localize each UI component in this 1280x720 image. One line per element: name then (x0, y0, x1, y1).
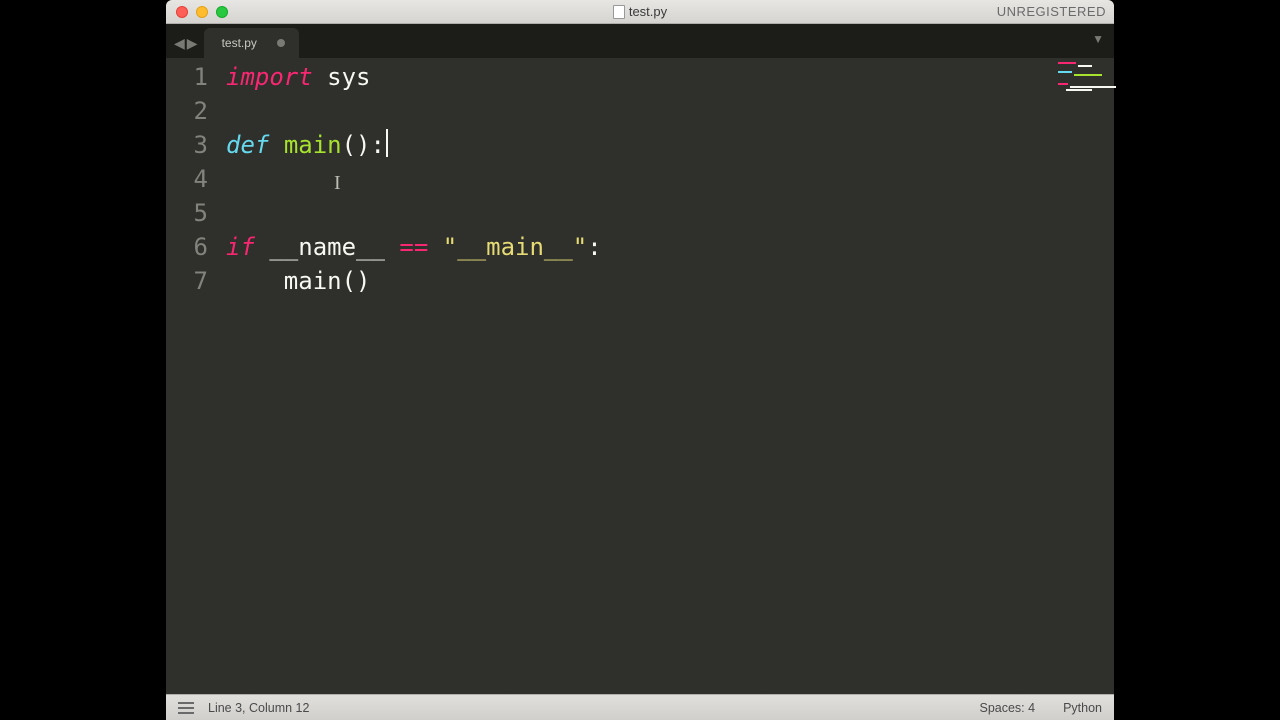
code-line[interactable]: import sys (226, 60, 1114, 94)
titlebar[interactable]: test.py UNREGISTERED (166, 0, 1114, 24)
minimap-line (1058, 83, 1068, 85)
minimap-line (1058, 62, 1076, 64)
minimap[interactable] (1054, 58, 1114, 694)
tab-file[interactable]: test.py (204, 28, 299, 58)
status-bar: Line 3, Column 12 Spaces: 4 Python (166, 694, 1114, 720)
code-line[interactable] (226, 196, 1114, 230)
line-number: 4 (166, 162, 208, 196)
registration-status: UNREGISTERED (997, 4, 1106, 19)
line-number: 2 (166, 94, 208, 128)
indent-setting[interactable]: Spaces: 4 (979, 701, 1035, 715)
minimap-line (1074, 74, 1102, 76)
mouse-ibeam-icon: I (334, 166, 341, 200)
window-title: test.py (166, 4, 1114, 19)
nav-forward-icon[interactable]: ▶ (187, 35, 198, 52)
line-number: 6 (166, 230, 208, 264)
line-number: 1 (166, 60, 208, 94)
window-controls (176, 6, 228, 18)
tab-bar: ◀ ▶ test.py ▼ (166, 24, 1114, 58)
line-number: 5 (166, 196, 208, 230)
minimap-line (1078, 65, 1092, 67)
zoom-icon[interactable] (216, 6, 228, 18)
code-line[interactable]: if __name__ == "__main__": (226, 230, 1114, 264)
line-number: 7 (166, 264, 208, 298)
nav-back-icon[interactable]: ◀ (174, 35, 185, 52)
menu-icon[interactable] (178, 702, 194, 714)
tab-overflow-icon[interactable]: ▼ (1092, 32, 1104, 46)
close-icon[interactable] (176, 6, 188, 18)
nav-arrows: ◀ ▶ (174, 35, 198, 52)
cursor-position[interactable]: Line 3, Column 12 (208, 701, 309, 715)
line-gutter: 1234567 (166, 58, 218, 694)
minimap-line (1070, 86, 1116, 88)
code-editor[interactable]: 1234567 import sys def main(): Iif __name… (166, 58, 1114, 694)
code-line[interactable]: I (226, 162, 1114, 196)
editor-window: test.py UNREGISTERED ◀ ▶ test.py ▼ 12345… (166, 0, 1114, 720)
minimap-line (1066, 89, 1092, 91)
minimap-line (1058, 71, 1072, 73)
code-area[interactable]: import sys def main(): Iif __name__ == "_… (218, 58, 1114, 694)
code-line[interactable]: def main(): (226, 128, 1114, 162)
document-icon (613, 5, 625, 19)
code-line[interactable]: main() (226, 264, 1114, 298)
line-number: 3 (166, 128, 208, 162)
minimize-icon[interactable] (196, 6, 208, 18)
text-cursor (386, 129, 388, 157)
code-line[interactable] (226, 94, 1114, 128)
syntax-setting[interactable]: Python (1063, 701, 1102, 715)
tab-label: test.py (222, 36, 257, 50)
title-filename: test.py (629, 4, 667, 19)
dirty-indicator-icon (277, 39, 285, 47)
